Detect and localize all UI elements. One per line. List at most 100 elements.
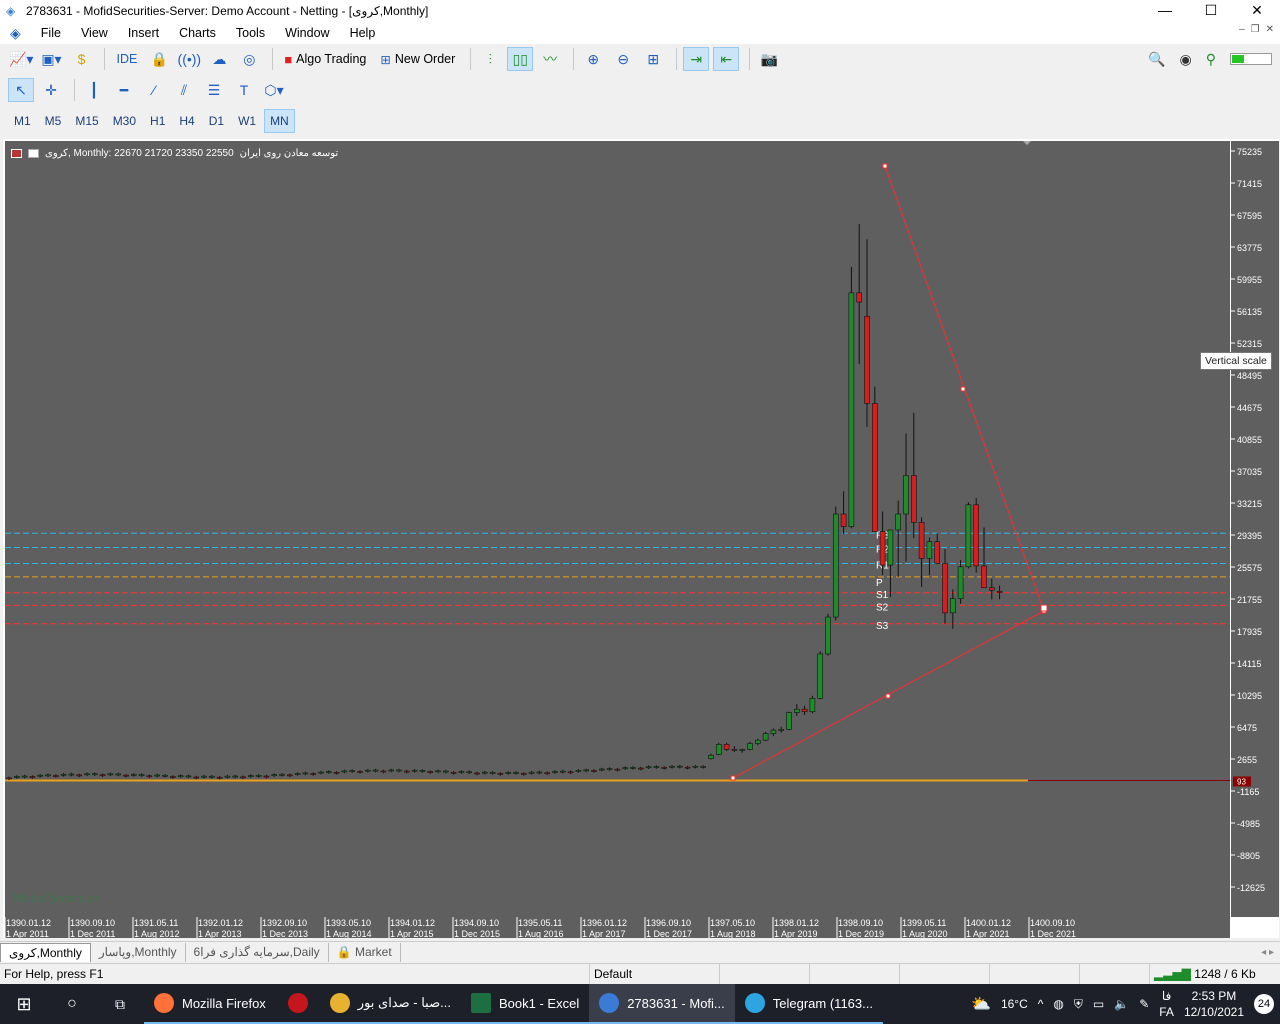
menu-file[interactable]: File [31, 26, 71, 40]
candle-bull [762, 733, 769, 741]
candle-bull [325, 771, 332, 773]
crosshair-icon[interactable]: ✛ [38, 78, 64, 102]
language-indicator[interactable]: فا FA [1159, 988, 1174, 1020]
text-icon[interactable]: T [231, 78, 257, 102]
candle-bull [388, 769, 395, 772]
cursor-icon[interactable]: ↖ [8, 78, 34, 102]
weather-temp[interactable]: 16°C [1001, 997, 1028, 1011]
speaker-icon[interactable]: 🔈 [1114, 997, 1129, 1011]
mdi-minimize-icon[interactable]: – [1239, 24, 1245, 35]
tf-w1[interactable]: W1 [232, 109, 262, 133]
tab-chart-1[interactable]: کروی,Monthly [0, 942, 91, 962]
mdi-controls: – ❐ ✕ [1239, 24, 1274, 35]
candle-bear [427, 771, 434, 773]
trendline-icon[interactable]: ⁄ [141, 78, 167, 102]
new-order-button[interactable]: ⊞ New Order [375, 47, 460, 71]
menu-window[interactable]: Window [275, 26, 339, 40]
windows-start-icon[interactable]: ⊞ [0, 984, 48, 1024]
tf-m15[interactable]: M15 [69, 109, 104, 133]
chevron-up-icon[interactable]: ^ [1038, 997, 1044, 1011]
zoom-out-icon[interactable]: ⊖ [610, 47, 636, 71]
tf-h4[interactable]: H4 [173, 109, 200, 133]
signals-icon[interactable]: ((•)) [176, 47, 202, 71]
chart-type-icon[interactable]: 📈▾ [8, 47, 34, 71]
account-icon[interactable]: ◉ [1180, 51, 1192, 68]
screenshot-icon[interactable]: 📷 [756, 47, 782, 71]
clock[interactable]: 2:53 PM 12/10/2021 [1184, 988, 1244, 1020]
menu-view[interactable]: View [71, 26, 118, 40]
network-icon[interactable]: ◍ [1053, 997, 1063, 1011]
mdi-close-icon[interactable]: ✕ [1266, 24, 1274, 35]
taskbar-app-metatrader[interactable]: 2783631 - Mofi... [589, 984, 735, 1024]
price-scale[interactable]: 75235 71415 67595 63775 59955 56135 52315 48495… [1230, 141, 1279, 917]
price-label: -12625 [1237, 883, 1265, 893]
menu-help[interactable]: Help [340, 26, 386, 40]
shapes-icon[interactable]: ⬡▾ [261, 78, 287, 102]
tf-m5[interactable]: M5 [39, 109, 68, 133]
maximize-button[interactable]: ☐ [1188, 0, 1234, 22]
zoom-in-icon[interactable]: ⊕ [580, 47, 606, 71]
time-label-gregorian: 1 Apr 2017 [582, 929, 626, 938]
taskbar-app-excel[interactable]: Book1 - Excel [461, 984, 590, 1024]
taskbar-app-security[interactable] [275, 984, 320, 1024]
tf-mn[interactable]: MN [264, 109, 295, 133]
clock-date: 12/10/2021 [1183, 1005, 1244, 1019]
chrome-icon [329, 993, 350, 1013]
vertical-line-icon[interactable]: ┃ [81, 78, 107, 102]
minimize-button[interactable]: — [1142, 0, 1188, 22]
tf-m1[interactable]: M1 [8, 109, 37, 133]
vps-icon[interactable]: ◎ [236, 47, 262, 71]
taskbar-app-telegram[interactable]: Telegram (1163... [734, 984, 883, 1024]
task-view-icon[interactable]: ⧉ [96, 984, 144, 1024]
time-label-gregorian: 1 Dec 2015 [454, 929, 500, 938]
cloud-icon[interactable]: ☁ [206, 47, 232, 71]
app-menu-icon[interactable]: ◈ [0, 25, 31, 42]
tf-d1[interactable]: D1 [203, 109, 230, 133]
channel-icon[interactable]: ⫽ [171, 78, 197, 102]
pivot-label: S3 [876, 621, 889, 632]
shield-icon[interactable]: ⛨ [1074, 997, 1083, 1012]
ide-button[interactable]: IDE [111, 47, 142, 71]
auto-scroll-icon[interactable]: ⇥ [683, 47, 710, 71]
pen-icon[interactable]: ✎ [1139, 997, 1149, 1011]
market-watch-icon[interactable]: $ [68, 47, 94, 71]
notification-badge[interactable]: 24 [1254, 994, 1274, 1014]
candlestick-icon[interactable]: ▯▯ [507, 47, 534, 71]
time-scale[interactable]: 1390.01.12 1 Apr 2011 1390.09.10 1 Dec 2011… [4, 917, 1230, 939]
templates-icon[interactable]: ▣▾ [38, 47, 64, 71]
fibonacci-icon[interactable]: ☰ [201, 78, 227, 102]
menu-bar: ◈ File View Insert Charts Tools Window H… [0, 22, 1280, 44]
chart-area[interactable]: R3R2R1PS1S2S3 کروی, Monthly: 22670 21720… [5, 141, 1230, 917]
display-icon[interactable]: ▭ [1093, 997, 1104, 1011]
chart-shift-icon[interactable]: ⇤ [713, 47, 740, 71]
close-button[interactable]: ✕ [1234, 0, 1280, 22]
tab-chart-3[interactable]: سرمایه گذاری فرا6,Daily [186, 942, 329, 962]
search-icon[interactable]: 🔍 [1148, 51, 1165, 68]
candle-bull [606, 768, 613, 770]
horizontal-line-icon[interactable]: ━ [111, 78, 137, 102]
tab-market[interactable]: 🔒 Market [329, 942, 401, 962]
price-chart[interactable]: R3R2R1PS1S2S3 [5, 141, 1230, 917]
menu-insert[interactable]: Insert [118, 26, 169, 40]
tile-windows-icon[interactable]: ⊞ [640, 47, 666, 71]
tabs-scroll-icon[interactable]: ◂ ▸ [1261, 947, 1274, 958]
tf-m30[interactable]: M30 [107, 109, 142, 133]
menu-tools[interactable]: Tools [226, 26, 275, 40]
weather-icon[interactable]: ⛅ [971, 994, 991, 1014]
algo-trading-button[interactable]: ■ Algo Trading [279, 47, 371, 71]
search-circle-icon[interactable]: ○ [48, 984, 96, 1024]
candle-bull [442, 770, 449, 773]
bar-chart-icon[interactable]: ⫶ [477, 47, 503, 71]
line-chart-icon[interactable]: 〰 [537, 47, 563, 71]
excel-icon [471, 993, 491, 1013]
market-bag-icon[interactable]: 🔒 [146, 47, 172, 71]
tf-h1[interactable]: H1 [144, 109, 171, 133]
candle-bull [676, 765, 683, 768]
taskbar-app-chrome[interactable]: صبا - صدای بور... [319, 984, 461, 1024]
symbol-description: توسعه معادن روی ایران [239, 148, 339, 159]
mdi-restore-icon[interactable]: ❐ [1251, 24, 1260, 35]
taskbar-app-firefox[interactable]: Mozilla Firefox [144, 984, 276, 1024]
tab-chart-2[interactable]: وپاسار,Monthly [91, 942, 186, 962]
menu-charts[interactable]: Charts [169, 26, 226, 40]
candle-bull [279, 773, 285, 776]
